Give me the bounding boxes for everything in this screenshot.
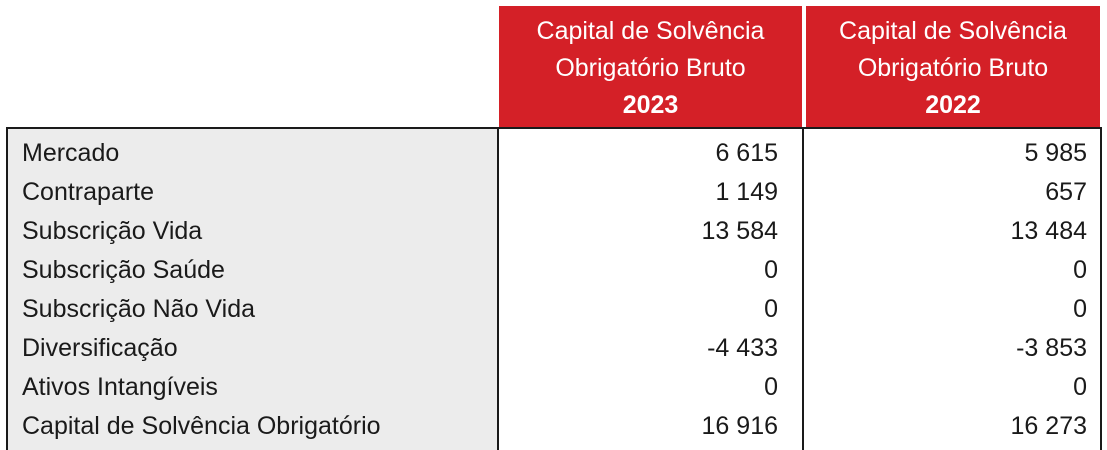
row-label: Contraparte <box>22 178 155 206</box>
row-value-2022: 5 985 <box>1024 139 1087 167</box>
row-value-2022: 657 <box>1045 178 1087 206</box>
header-2022-line1: Capital de Solvência <box>839 17 1067 45</box>
table-row: Subscrição Não Vida 0 0 <box>0 290 1107 329</box>
header-2022: Capital de Solvência Obrigatório Bruto 2… <box>806 6 1100 127</box>
table-row: Diversificação -4 433 -3 853 <box>0 329 1107 368</box>
row-label: Diversificação <box>22 334 178 362</box>
row-value-2022: 0 <box>1073 373 1087 401</box>
row-value-2022: 0 <box>1073 256 1087 284</box>
header-2023-year: 2023 <box>622 91 679 119</box>
table-row: Contraparte 1 149 657 <box>0 173 1107 212</box>
row-label: Subscrição Não Vida <box>22 295 256 323</box>
row-value-2022: -3 853 <box>1016 334 1087 362</box>
table-row: Capital de Solvência Obrigatório 16 916 … <box>0 407 1107 446</box>
table-row: Mercado 6 615 5 985 <box>0 134 1107 173</box>
header-2023-line2: Obrigatório Bruto <box>555 54 746 82</box>
row-value-2023: 16 916 <box>701 412 778 440</box>
row-label: Mercado <box>22 139 120 167</box>
row-value-2023: 6 615 <box>715 139 778 167</box>
row-label: Subscrição Vida <box>22 217 203 245</box>
row-value-2022: 13 484 <box>1010 217 1087 245</box>
row-value-2022: 0 <box>1073 295 1087 323</box>
header-2022-year: 2022 <box>925 91 981 119</box>
scr-table: Capital de Solvência Obrigatório Bruto 2… <box>0 0 1107 450</box>
row-value-2023: 1 149 <box>715 178 778 206</box>
row-value-2023: 13 584 <box>701 217 778 245</box>
row-label: Ativos Intangíveis <box>22 373 218 401</box>
row-label: Capital de Solvência Obrigatório <box>22 412 381 440</box>
table-row: Subscrição Saúde 0 0 <box>0 251 1107 290</box>
header-2023: Capital de Solvência Obrigatório Bruto 2… <box>499 6 802 127</box>
row-label: Subscrição Saúde <box>22 256 225 284</box>
header-2022-line2: Obrigatório Bruto <box>857 54 1049 82</box>
table-row: Ativos Intangíveis 0 0 <box>0 368 1107 407</box>
table-row: Subscrição Vida 13 584 13 484 <box>0 212 1107 251</box>
row-value-2023: 0 <box>764 256 778 284</box>
row-value-2022: 16 273 <box>1010 412 1087 440</box>
row-value-2023: -4 433 <box>707 334 778 362</box>
header-2023-line1: Capital de Solvência <box>536 17 765 45</box>
row-value-2023: 0 <box>764 373 778 401</box>
row-value-2023: 0 <box>764 295 778 323</box>
